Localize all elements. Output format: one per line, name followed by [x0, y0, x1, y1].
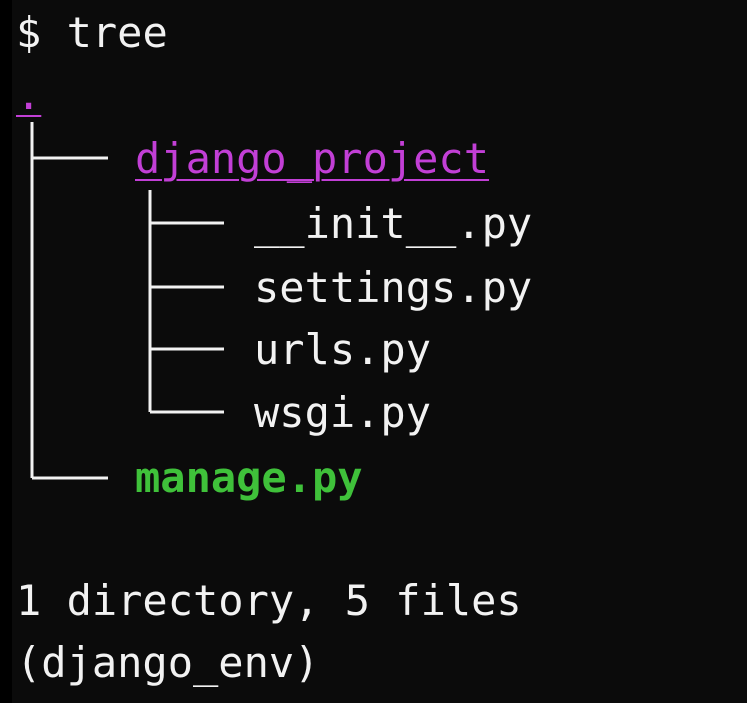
executable-file: manage.py — [135, 453, 363, 502]
directory-name: django_project — [135, 134, 490, 183]
tree-summary: 1 directory, 5 files — [16, 576, 522, 625]
tree-file: __init__.py — [254, 199, 533, 248]
tree-file: urls.py — [254, 325, 432, 374]
tree-directory-line: django_project — [135, 128, 489, 190]
tree-root-file-line: manage.py — [135, 447, 363, 509]
tree-file: settings.py — [254, 263, 533, 312]
env-prompt: (django_env) — [16, 638, 320, 687]
tree-file: wsgi.py — [254, 388, 432, 437]
terminal-window: $ tree . django_project __init__.py sett… — [0, 0, 747, 703]
